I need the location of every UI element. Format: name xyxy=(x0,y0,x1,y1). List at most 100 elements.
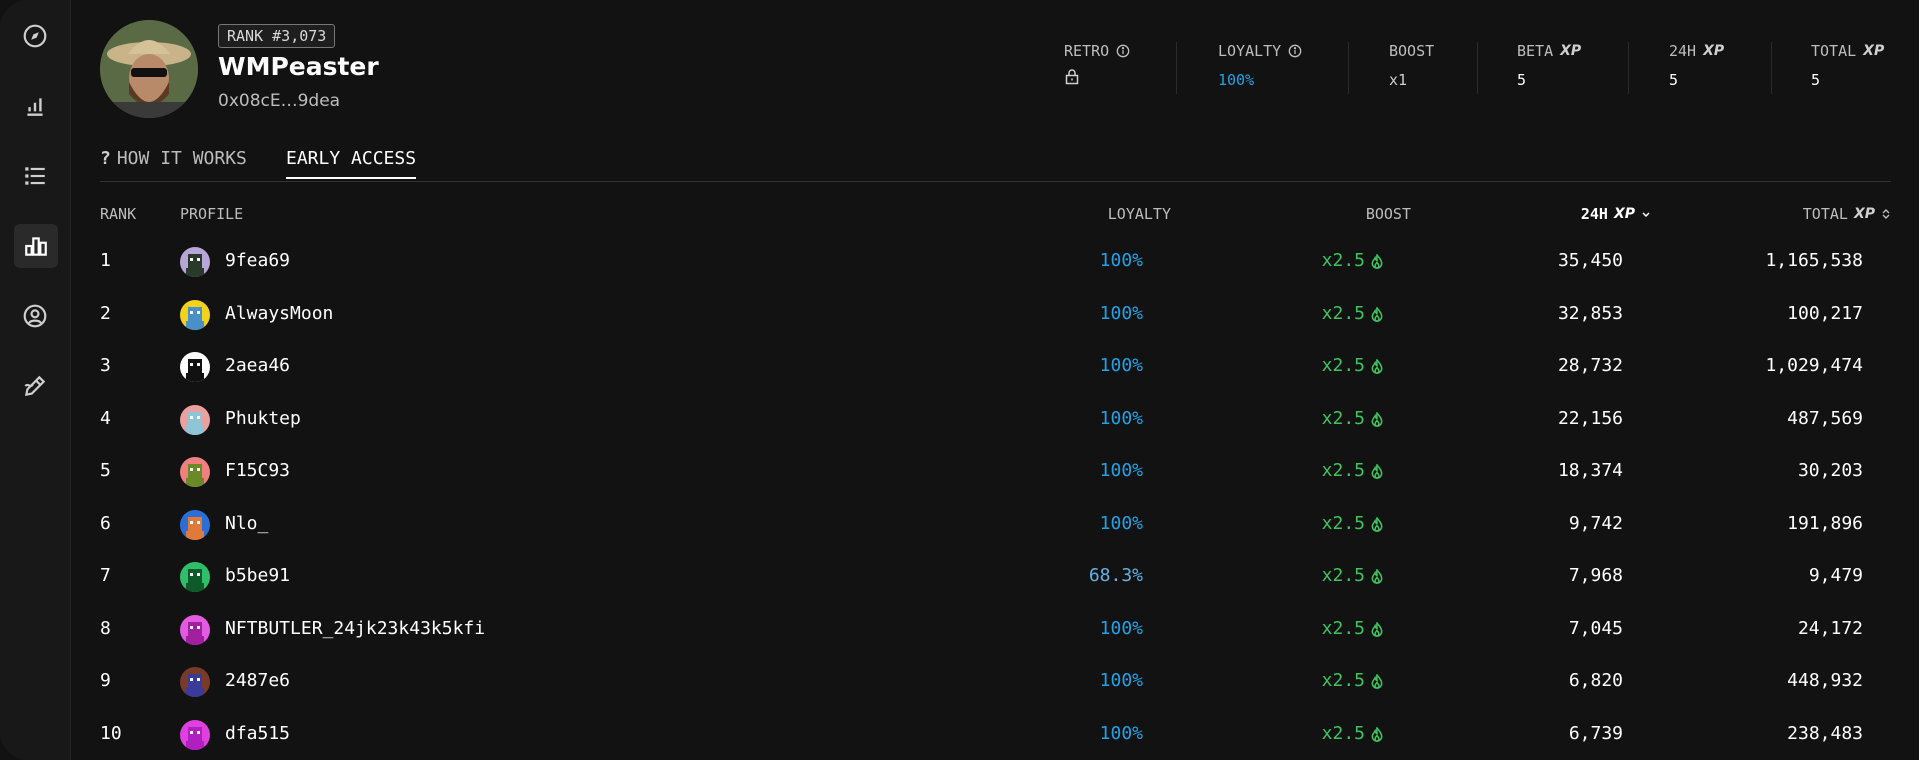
loyalty-cell: 68.3% xyxy=(1088,565,1143,586)
flame-icon xyxy=(1371,463,1383,479)
table-row[interactable]: 5 F15C93 100% x2.5 18,374 30,203 xyxy=(100,445,1891,497)
pixel-avatar-icon xyxy=(180,667,210,697)
header-label: 24H xyxy=(1580,205,1608,223)
pixel-avatar-icon xyxy=(180,457,210,487)
stat-divider xyxy=(1628,42,1629,94)
row-avatar xyxy=(180,615,210,645)
total-xp-cell: 238,483 xyxy=(1787,723,1863,744)
table-row[interactable]: 6 Nlo_ 100% x2.5 9,742 191,896 xyxy=(100,498,1891,550)
sidebar xyxy=(0,0,71,760)
table-row[interactable]: 2 AlwaysMoon 100% x2.5 32,853 100,217 xyxy=(100,288,1891,340)
flame-icon xyxy=(1371,253,1383,269)
pixel-avatar-icon xyxy=(180,300,210,330)
table-row[interactable]: 7 b5be91 68.3% x2.5 7,968 9,479 xyxy=(100,550,1891,602)
total-xp-cell: 191,896 xyxy=(1787,513,1863,534)
xp-label: XP xyxy=(1853,206,1875,222)
h24-xp-cell: 6,739 xyxy=(1568,723,1623,744)
row-avatar xyxy=(180,300,210,330)
profile-name-cell[interactable]: 2487e6 xyxy=(225,655,290,707)
profile-name-cell[interactable]: 9fea69 xyxy=(225,235,290,287)
table-row[interactable]: 9 2487e6 100% x2.5 6,820 448,932 xyxy=(100,655,1891,707)
tab-early-access[interactable]: EARLY ACCESS xyxy=(286,148,417,179)
sidebar-item-leaderboard[interactable] xyxy=(14,224,58,268)
table-row[interactable]: 3 2aea46 100% x2.5 28,732 1,029,474 xyxy=(100,340,1891,392)
flame-icon xyxy=(1371,726,1383,742)
header-24h-xp[interactable]: 24H XP xyxy=(1581,205,1651,223)
header-profile: PROFILE xyxy=(180,205,244,223)
total-xp-cell: 487,569 xyxy=(1787,408,1863,429)
boost-value: x2.5 xyxy=(1321,723,1365,744)
profile-name-cell[interactable]: dfa515 xyxy=(225,708,290,760)
header-loyalty[interactable]: LOYALTY xyxy=(1108,205,1171,223)
rank-cell: 6 xyxy=(100,513,111,534)
header-boost[interactable]: BOOST xyxy=(1366,205,1411,223)
total-xp-cell: 100,217 xyxy=(1787,303,1863,324)
rank-cell: 4 xyxy=(100,408,111,429)
rank-badge: RANK #3,073 xyxy=(218,24,336,48)
table-row[interactable]: 4 Phuktep 100% x2.5 22,156 487,569 xyxy=(100,393,1891,445)
header-total-xp[interactable]: TOTAL XP xyxy=(1803,205,1891,223)
boost-value: x2.5 xyxy=(1321,565,1365,586)
rank-cell: 7 xyxy=(100,565,111,586)
row-avatar xyxy=(180,247,210,277)
h24-xp-cell: 6,820 xyxy=(1568,670,1623,691)
loyalty-cell: 100% xyxy=(1099,513,1143,534)
boost-cell: x2.5 xyxy=(1322,288,1383,340)
profile-name-cell[interactable]: b5be91 xyxy=(225,550,290,602)
sidebar-item-list[interactable] xyxy=(17,158,53,194)
h24-xp-cell: 22,156 xyxy=(1557,408,1623,429)
profile-name-cell[interactable]: AlwaysMoon xyxy=(225,288,333,340)
stat-24h-xp: 24H XP 5 xyxy=(1669,42,1724,89)
row-avatar xyxy=(180,457,210,487)
h24-xp-cell: 18,374 xyxy=(1557,460,1623,481)
profile-avatar xyxy=(100,20,198,118)
rank-cell: 2 xyxy=(100,303,111,324)
header-rank: RANK xyxy=(100,205,137,223)
bar-chart-icon xyxy=(27,98,43,116)
pixel-avatar-icon xyxy=(180,352,210,382)
row-avatar xyxy=(180,510,210,540)
h24-xp-cell: 9,742 xyxy=(1568,513,1623,534)
loyalty-cell: 100% xyxy=(1099,670,1143,691)
table-row[interactable]: 8 NFTBUTLER_24jk23k43k5kfi 100% x2.5 7,045 24… xyxy=(100,603,1891,655)
flame-icon xyxy=(1371,621,1383,637)
table-row[interactable]: 1 9fea69 100% x2.5 35,450 1,165,538 xyxy=(100,235,1891,287)
rank-cell: 5 xyxy=(100,460,111,481)
profile-name-cell[interactable]: Phuktep xyxy=(225,393,301,445)
sidebar-item-explore[interactable] xyxy=(17,18,53,54)
boost-cell: x2.5 xyxy=(1322,498,1383,550)
user-circle-icon xyxy=(23,304,47,328)
row-avatar xyxy=(180,405,210,435)
stat-label: BETA xyxy=(1517,42,1554,60)
row-avatar xyxy=(180,562,210,592)
loyalty-cell: 100% xyxy=(1099,303,1143,324)
wallet-address[interactable]: 0x08cE…9dea xyxy=(218,91,340,111)
stat-boost: BOOST x1 xyxy=(1389,42,1434,89)
boost-cell: x2.5 xyxy=(1322,340,1383,392)
h24-xp-cell: 35,450 xyxy=(1557,250,1623,271)
h24-xp-cell: 7,045 xyxy=(1568,618,1623,639)
sidebar-item-stats[interactable] xyxy=(17,88,53,124)
lock-icon xyxy=(1065,69,1079,85)
total-xp-cell: 448,932 xyxy=(1787,670,1863,691)
info-icon[interactable] xyxy=(1288,44,1302,58)
tab-label: EARLY ACCESS xyxy=(286,148,417,169)
tab-how-it-works[interactable]: ? HOW IT WORKS xyxy=(100,148,247,179)
stat-label: 24H xyxy=(1669,42,1697,60)
info-icon[interactable] xyxy=(1116,44,1130,58)
pencil-icon xyxy=(24,375,46,397)
profile-name-cell[interactable]: NFTBUTLER_24jk23k43k5kfi xyxy=(225,603,485,655)
profile-name-cell[interactable]: 2aea46 xyxy=(225,340,290,392)
profile-name-cell[interactable]: F15C93 xyxy=(225,445,290,497)
table-row[interactable]: 10 dfa515 100% x2.5 6,739 238,483 xyxy=(100,708,1891,760)
pixel-avatar-icon xyxy=(180,405,210,435)
app-frame: RANK #3,073 WMPeaster 0x08cE…9dea RETRO … xyxy=(0,0,1919,760)
loyalty-cell: 100% xyxy=(1099,408,1143,429)
total-xp-cell: 1,029,474 xyxy=(1765,355,1863,376)
pixel-avatar-icon xyxy=(180,720,210,750)
sidebar-item-edit[interactable] xyxy=(17,368,53,404)
stat-value: 5 xyxy=(1669,71,1679,89)
sidebar-item-profile[interactable] xyxy=(17,298,53,334)
profile-name-cell[interactable]: Nlo_ xyxy=(225,498,268,550)
stat-value: 5 xyxy=(1517,71,1527,89)
